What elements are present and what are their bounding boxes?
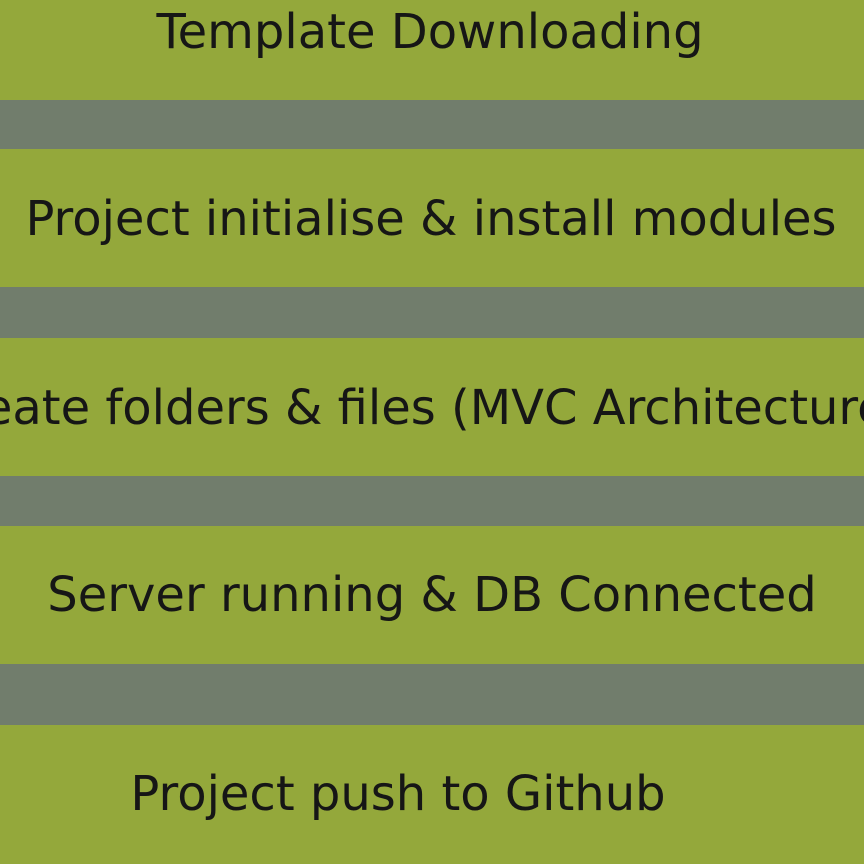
step-template-downloading: Template Downloading [0,0,864,100]
step-label: Template Downloading [156,4,704,60]
step-server-running: Server running & DB Connected [0,526,864,664]
step-label: Create folders & files (MVC Architecture… [0,380,864,436]
step-label: Project push to Github [130,766,666,822]
step-create-folders-files: Create folders & files (MVC Architecture… [0,338,864,476]
step-project-initialise: Project initialise & install modules [0,149,864,287]
step-project-push: Project push to Github [0,725,864,864]
step-label: Server running & DB Connected [47,567,817,623]
step-label: Project initialise & install modules [25,191,837,247]
